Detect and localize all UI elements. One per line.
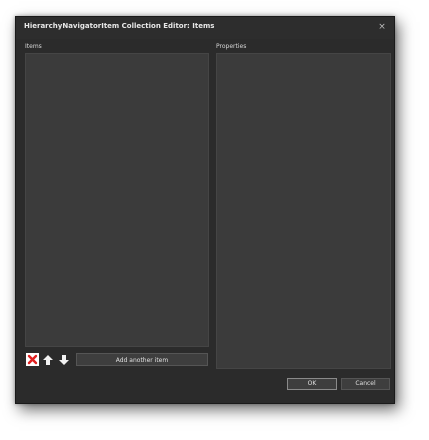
delete-button[interactable] — [26, 353, 39, 366]
arrow-up-icon — [42, 354, 53, 365]
items-list[interactable] — [25, 53, 209, 347]
ok-button[interactable]: OK — [287, 378, 337, 390]
collection-editor-dialog: HierarchyNavigatorItem Collection Editor… — [15, 16, 395, 404]
move-up-button[interactable] — [41, 353, 54, 366]
items-label: Items — [25, 43, 42, 50]
cancel-button[interactable]: Cancel — [341, 378, 390, 390]
properties-label: Properties — [216, 43, 247, 50]
move-down-button[interactable] — [57, 353, 70, 366]
dialog-title: HierarchyNavigatorItem Collection Editor… — [24, 22, 215, 30]
delete-icon — [27, 354, 38, 365]
properties-grid[interactable] — [216, 53, 391, 369]
close-icon[interactable]: × — [376, 20, 388, 34]
arrow-down-icon — [58, 354, 69, 365]
title-bar: HierarchyNavigatorItem Collection Editor… — [16, 17, 394, 39]
add-item-button[interactable]: Add another item — [76, 353, 208, 366]
